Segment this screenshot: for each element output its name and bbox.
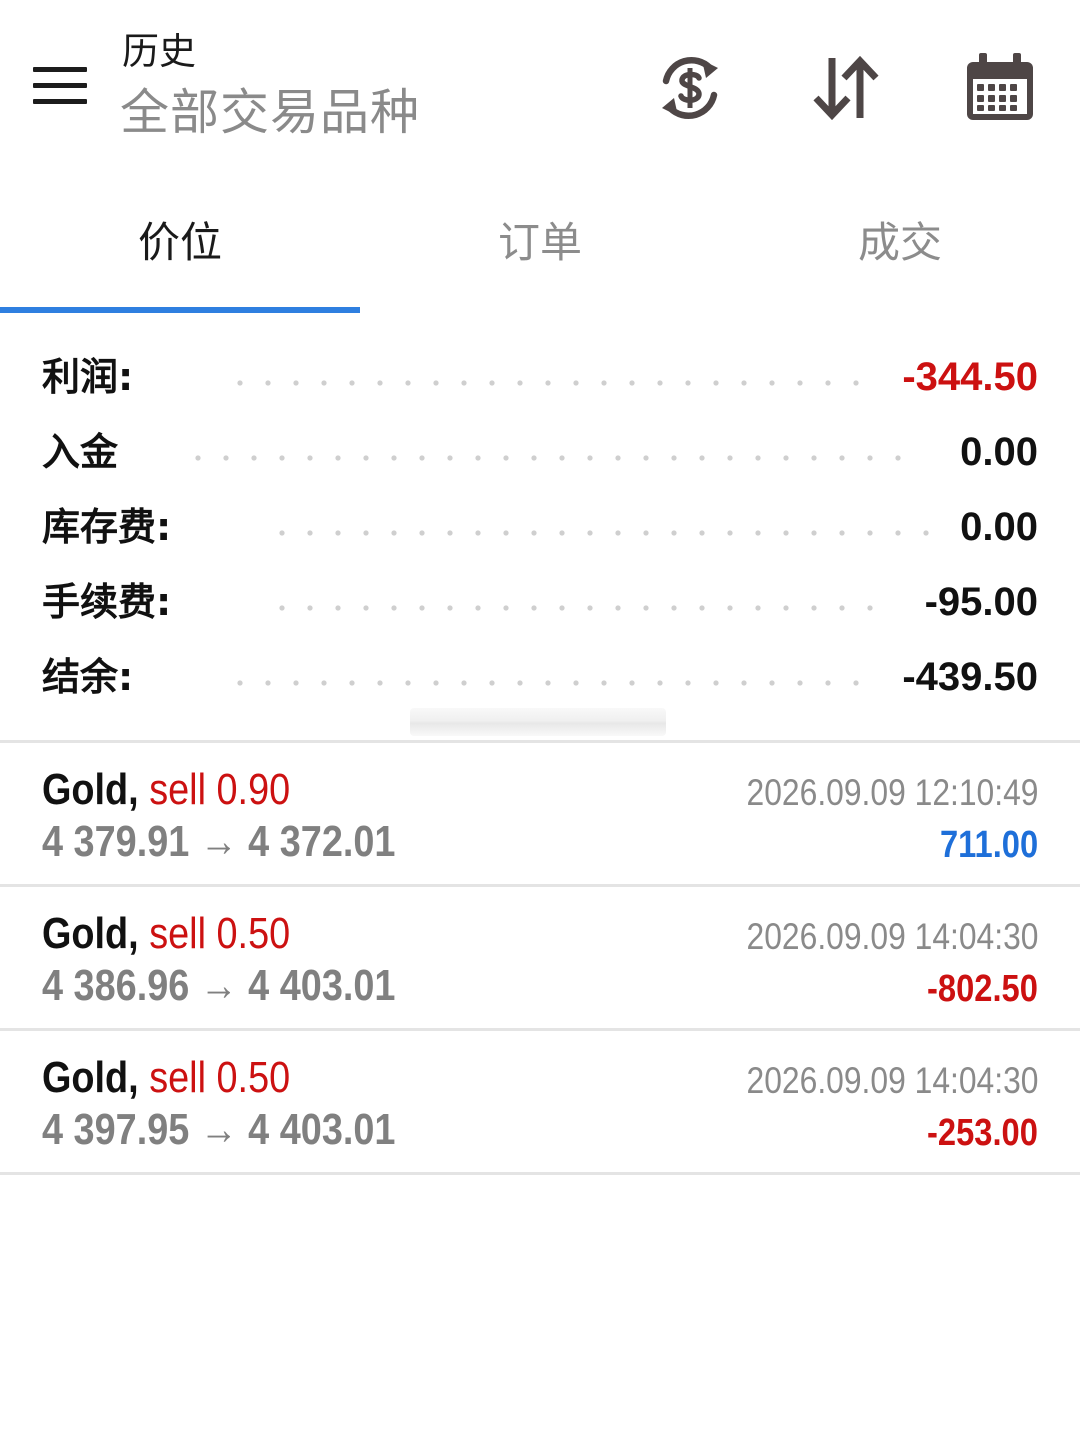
profit-value: -344.50 xyxy=(902,355,1038,399)
deal-prices: 4 397.95 → 4 403.01 xyxy=(42,1103,395,1157)
commission-label: 手续费: xyxy=(42,580,172,624)
tab-bar: 价位 订单 成交 xyxy=(0,195,1080,315)
list-divider xyxy=(0,1172,1080,1175)
commission-value: -95.00 xyxy=(924,580,1038,624)
deal-prices: 4 386.96 → 4 403.01 xyxy=(42,959,395,1013)
deal-symbol: Gold, xyxy=(42,909,139,958)
deal-profit: 711.00 xyxy=(939,824,1038,866)
deal-title: Gold, sell 0.50 xyxy=(42,1051,290,1105)
top-app-bar: 历史 全部交易品种 xyxy=(0,0,1080,170)
active-tab-indicator xyxy=(0,307,360,313)
deal-row[interactable]: Gold, sell 0.50 4 386.96 → 4 403.01 2026… xyxy=(0,887,1080,1028)
menu-icon[interactable] xyxy=(22,50,98,122)
deal-profit: -802.50 xyxy=(927,968,1038,1010)
arrow-icon: → xyxy=(199,1105,238,1154)
deal-profit: -253.00 xyxy=(927,1112,1038,1154)
dotted-leader xyxy=(268,530,940,536)
profit-label: 利润: xyxy=(42,355,134,399)
dotted-leader xyxy=(268,605,884,611)
deal-symbol: Gold, xyxy=(42,1053,139,1102)
deal-type-volume: sell 0.50 xyxy=(149,1053,291,1102)
close-price: 4 372.01 xyxy=(248,817,396,866)
currency-exchange-icon[interactable] xyxy=(650,48,730,128)
summary-row-deposit: 入金 0.00 xyxy=(42,415,1038,490)
deal-row[interactable]: Gold, sell 0.50 4 397.95 → 4 403.01 2026… xyxy=(0,1031,1080,1172)
menu-bar xyxy=(33,99,87,104)
sort-icon[interactable] xyxy=(806,48,886,128)
tab-positions[interactable]: 价位 xyxy=(0,195,360,295)
menu-bar xyxy=(33,83,87,88)
deposit-value: 0.00 xyxy=(960,430,1038,474)
dotted-leader xyxy=(226,680,870,686)
swap-label: 库存费: xyxy=(42,505,172,549)
deal-type-volume: sell 0.90 xyxy=(149,765,291,814)
summary-row-balance: 结余: -439.50 xyxy=(42,640,1038,715)
tab-orders[interactable]: 订单 xyxy=(360,195,720,295)
balance-value: -439.50 xyxy=(902,655,1038,699)
symbol-filter[interactable]: 全部交易品种 xyxy=(120,84,420,142)
deal-title: Gold, sell 0.90 xyxy=(42,763,290,817)
deal-time: 2026.09.09 14:04:30 xyxy=(746,916,1038,957)
page-title: 历史 xyxy=(122,30,196,73)
arrow-icon: → xyxy=(199,961,238,1010)
deal-row[interactable]: Gold, sell 0.90 4 379.91 → 4 372.01 2026… xyxy=(0,743,1080,884)
summary-drag-handle[interactable] xyxy=(410,708,666,736)
deal-time: 2026.09.09 12:10:49 xyxy=(746,772,1038,813)
calendar-icon[interactable] xyxy=(960,48,1040,128)
menu-bar xyxy=(33,67,87,72)
open-price: 4 379.91 xyxy=(42,817,190,866)
summary-row-commission: 手续费: -95.00 xyxy=(42,565,1038,640)
dotted-leader xyxy=(226,380,870,386)
tab-deals[interactable]: 成交 xyxy=(720,195,1080,295)
deposit-label: 入金 xyxy=(42,430,119,474)
deal-title: Gold, sell 0.50 xyxy=(42,907,290,961)
close-price: 4 403.01 xyxy=(248,1105,396,1154)
dotted-leader xyxy=(184,455,920,461)
deal-symbol: Gold, xyxy=(42,765,139,814)
arrow-icon: → xyxy=(199,817,238,866)
balance-label: 结余: xyxy=(42,655,134,699)
summary-row-swap: 库存费: 0.00 xyxy=(42,490,1038,565)
swap-value: 0.00 xyxy=(960,505,1038,549)
summary-row-profit: 利润: -344.50 xyxy=(42,340,1038,415)
close-price: 4 403.01 xyxy=(248,961,396,1010)
deal-time: 2026.09.09 14:04:30 xyxy=(746,1060,1038,1101)
open-price: 4 386.96 xyxy=(42,961,190,1010)
deal-prices: 4 379.91 → 4 372.01 xyxy=(42,815,395,869)
open-price: 4 397.95 xyxy=(42,1105,190,1154)
deal-type-volume: sell 0.50 xyxy=(149,909,291,958)
